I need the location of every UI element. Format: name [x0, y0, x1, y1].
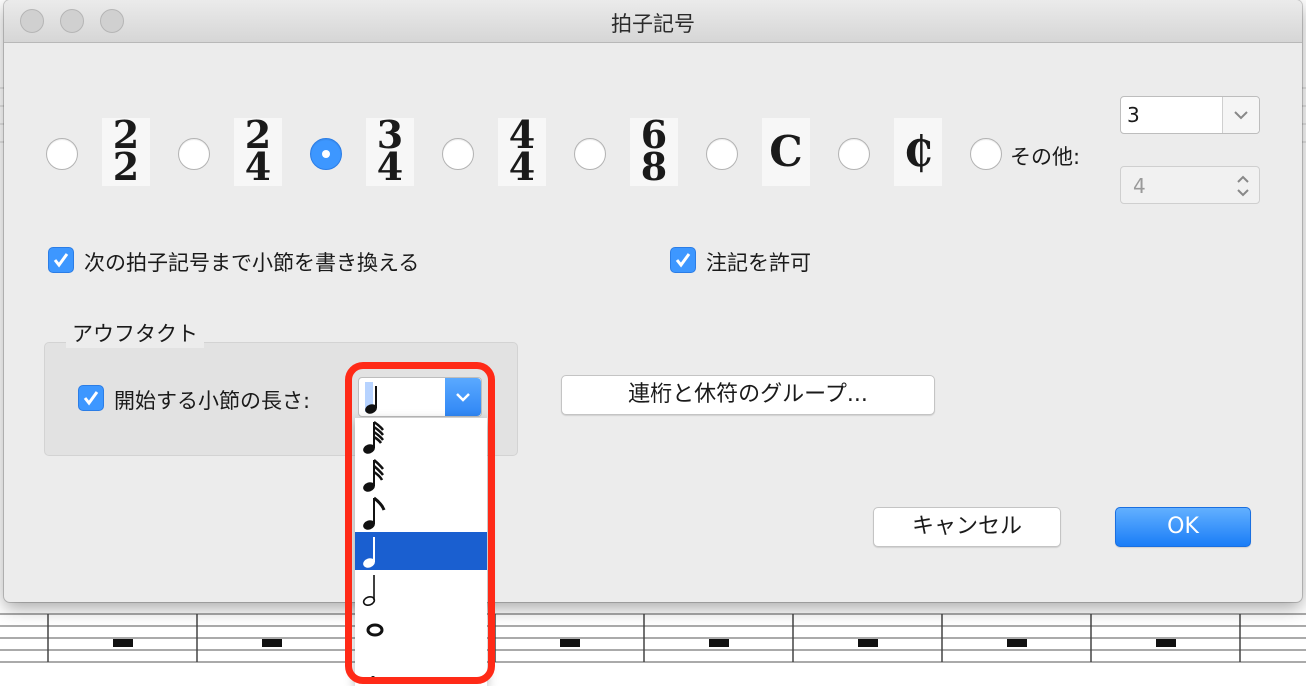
note-select-dropdown-button[interactable]: [445, 378, 481, 416]
option-64th-note[interactable]: [355, 418, 487, 456]
other-numerator-combo[interactable]: 3: [1120, 96, 1260, 134]
sixteenth-note-icon: [363, 496, 386, 530]
whole-note-icon: [366, 623, 384, 637]
time-sig-4-4: 4 4: [498, 116, 546, 186]
combo-dropdown-button[interactable]: [1222, 97, 1259, 133]
other-denominator-stepper[interactable]: 4: [1120, 166, 1260, 204]
quarter-note-icon: [365, 382, 377, 414]
quarter-note-icon: [363, 537, 375, 568]
thirty-second-note-icon: [363, 459, 384, 492]
rewrite-measures-label: 次の拍子記号まで小節を書き換える: [84, 251, 420, 275]
dialog-title: 拍子記号: [611, 12, 695, 36]
radio-cut-time[interactable]: [838, 138, 870, 170]
option-whole-note[interactable]: [355, 608, 487, 646]
chevron-down-icon: [456, 393, 470, 402]
option-quarter-note[interactable]: [355, 532, 487, 570]
radio-common-time[interactable]: [706, 138, 738, 170]
cancel-button[interactable]: キャンセル: [873, 507, 1061, 547]
pickup-group-title: アウフタクト: [66, 318, 204, 348]
other-label: その他:: [1010, 145, 1081, 169]
option-half-note[interactable]: [355, 570, 487, 608]
rewrite-measures-checkbox[interactable]: [48, 247, 74, 273]
half-note-icon: [362, 575, 376, 607]
chevron-down-icon: [1234, 111, 1248, 120]
cut-time-icon: ₵: [894, 118, 942, 186]
pickup-note-select[interactable]: [358, 377, 482, 417]
sixty-fourth-note-icon: [363, 420, 384, 454]
radio-3-4[interactable]: [310, 138, 342, 170]
pickup-length-label: 開始する小節の長さ:: [114, 389, 311, 413]
option-32nd-note[interactable]: [355, 456, 487, 494]
time-signature-dialog: 拍子記号 2 2 2 4 3 4 4 4 6 8 C ₵ その他: 3 4 次の…: [4, 0, 1302, 602]
radio-2-4[interactable]: [178, 138, 210, 170]
allow-notation-checkbox[interactable]: [670, 247, 696, 273]
bottom-staff: [0, 613, 1306, 663]
dot-icon: [371, 676, 375, 680]
checkmark-icon: [675, 253, 691, 268]
radio-6-8[interactable]: [574, 138, 606, 170]
radio-2-2[interactable]: [46, 138, 78, 170]
other-numerator-value[interactable]: 3: [1127, 103, 1140, 127]
other-denominator-value: 4: [1133, 174, 1146, 198]
option-16th-note[interactable]: [355, 494, 487, 532]
pickup-length-checkbox[interactable]: [78, 385, 104, 411]
option-more[interactable]: [355, 646, 487, 684]
radio-other[interactable]: [970, 138, 1002, 170]
common-time-icon: C: [762, 118, 810, 186]
time-sig-3-4: 3 4: [366, 116, 414, 186]
time-sig-2-4: 2 4: [234, 116, 282, 186]
title-bar: 拍子記号: [4, 0, 1302, 43]
radio-4-4[interactable]: [442, 138, 474, 170]
checkmark-icon: [53, 253, 69, 268]
beam-rest-group-button[interactable]: 連桁と休符のグループ...: [561, 375, 935, 415]
allow-notation-label: 注記を許可: [706, 251, 811, 275]
checkmark-icon: [83, 391, 99, 406]
note-length-dropdown-list: [355, 418, 487, 686]
time-sig-2-2: 2 2: [102, 116, 150, 186]
time-sig-6-8: 6 8: [630, 116, 678, 186]
stepper-arrows-icon[interactable]: [1233, 171, 1253, 201]
ok-button[interactable]: OK: [1115, 507, 1251, 547]
